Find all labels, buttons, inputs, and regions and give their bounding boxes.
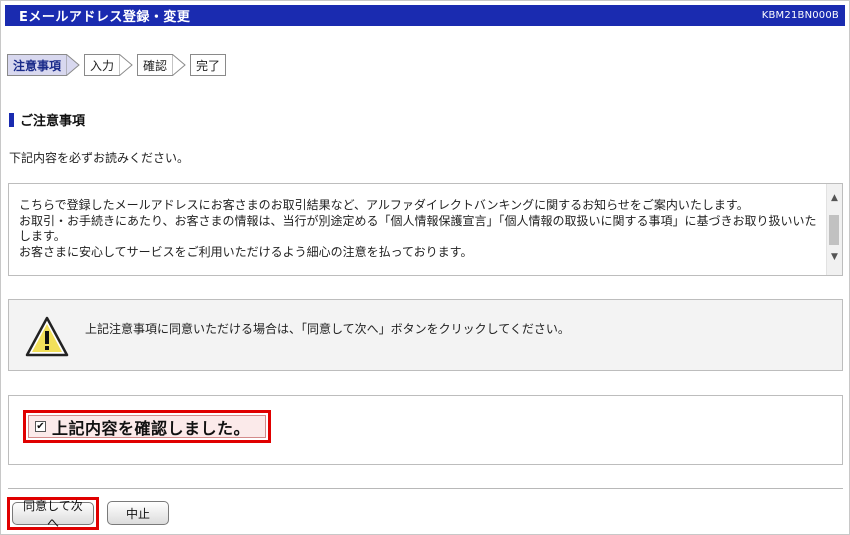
step-input: 入力 [84,54,133,76]
step-arrow-icon [172,54,186,76]
step-label: 注意事項 [7,54,67,76]
notice-textbox[interactable]: こちらで登録したメールアドレスにお客さまのお取引結果など、アルファダイレクトバン… [8,183,843,276]
scroll-down-icon[interactable]: ▼ [827,249,842,265]
section-title: ご注意事項 [20,114,86,129]
warning-message: 上記注意事項に同意いただける場合は、「同意して次へ」ボタンをクリックしてください… [85,322,570,336]
step-indicator: 注意事項 入力 確認 完了 [7,53,230,77]
step-arrow-icon [119,54,133,76]
notice-scrollbar[interactable]: ▲ ▼ [826,184,842,275]
step-arrow-icon [66,54,80,76]
notice-line: こちらで登録したメールアドレスにお客さまのお取引結果など、アルファダイレクトバン… [19,198,749,212]
scroll-up-icon[interactable]: ▲ [827,190,842,206]
section-marker [9,112,14,127]
confirm-checkbox-row[interactable]: ✔ 上記内容を確認しました。 [28,415,266,438]
agree-next-button[interactable]: 同意して次へ [12,499,94,530]
screen-code: KBM21BN000B [761,10,839,21]
warning-box: 上記注意事項に同意いただける場合は、「同意して次へ」ボタンをクリックしてください… [8,299,843,371]
notice-line: お取引・お手続きにあたり、お客さまの情報は、当行が別途定める「個人情報保護宣言」… [19,213,817,244]
step-notice: 注意事項 [7,54,80,76]
step-label: 確認 [137,54,173,76]
notice-content: こちらで登録したメールアドレスにお客さまのお取引結果など、アルファダイレクトバン… [19,198,819,260]
confirm-checkbox[interactable]: ✔ [35,421,46,432]
confirm-box: ✔ 上記内容を確認しました。 [8,395,843,465]
step-complete: 完了 [190,54,227,76]
notice-line: お客さまに安心してサービスをご利用いただけるよう細心の注意を払っております。 [19,244,473,259]
warning-icon [25,316,69,357]
step-label: 入力 [84,54,120,76]
page-title: Eメールアドレス登録・変更 [19,10,191,25]
confirm-label: 上記内容を確認しました。 [52,418,251,438]
title-bar: Eメールアドレス登録・変更 KBM21BN000B [5,5,845,26]
step-confirm: 確認 [137,54,186,76]
confirm-highlight: ✔ 上記内容を確認しました。 [23,410,271,443]
agree-button-highlight: 同意して次へ [7,497,99,530]
step-label: 完了 [190,54,227,76]
divider [8,488,843,489]
instruction-text: 下記内容を必ずお読みください。 [9,151,190,165]
cancel-button[interactable]: 中止 [107,501,169,525]
section-heading: ご注意事項 [9,110,85,129]
scroll-thumb[interactable] [829,215,839,245]
